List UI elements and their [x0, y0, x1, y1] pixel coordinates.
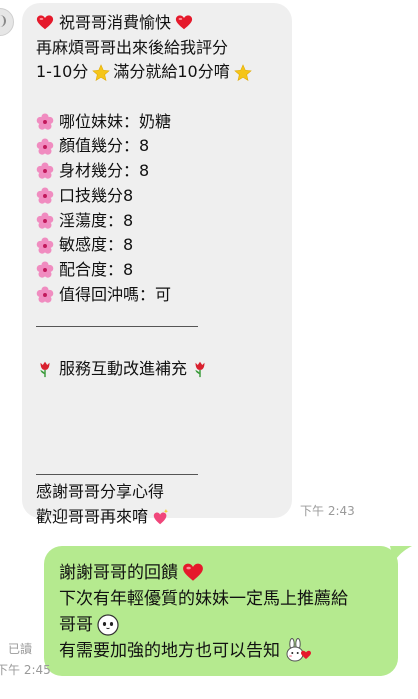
rating-line: 顏值幾分：8 [36, 134, 282, 159]
sparkle-heart-icon [152, 508, 170, 526]
read-receipt: 已讀 [8, 642, 33, 656]
sticker-face-icon [97, 614, 119, 636]
rating-line: 值得回沖嗎：可 [36, 283, 282, 308]
rating-line: 哪位妹妹：奶糖 [36, 110, 282, 135]
incoming-timestamp: 下午 2:43 [300, 504, 355, 518]
message-line: 下次有年輕優質的妹妹一定馬上推薦給 [59, 589, 348, 609]
message-line: 哥哥 [59, 612, 388, 638]
divider-line [36, 307, 282, 332]
message-line: 再麻煩哥哥出來後給我評分 [36, 37, 229, 57]
message-line: 服務互動改進補充 [36, 357, 282, 382]
tulip-icon [191, 360, 209, 378]
message-line: 有需要加強的地方也可以告知 [59, 638, 388, 664]
rating-line: 身材幾分：8 [36, 159, 282, 184]
rating-line: 敏感度：8 [36, 233, 282, 258]
message-line: 感謝哥哥分享心得 [36, 482, 165, 501]
sakura-icon [36, 187, 54, 205]
outgoing-bubble-tail [390, 546, 412, 562]
sakura-icon [36, 261, 54, 279]
divider-line [36, 455, 282, 480]
message-line: 祝哥哥消費愉快 [36, 11, 282, 36]
tulip-icon [36, 360, 54, 378]
star-icon [233, 63, 252, 82]
heart-icon [182, 562, 204, 584]
message-line: 謝謝哥哥的回饋 [59, 560, 388, 586]
incoming-message-bubble[interactable]: 祝哥哥消費愉快 再麻煩哥哥出來後給我評分 1-10分 滿分就給10分唷 哪位妹妹… [22, 3, 292, 526]
rating-line: 配合度：8 [36, 258, 282, 283]
sakura-icon [36, 236, 54, 255]
sakura-icon [36, 162, 54, 180]
sakura-icon [36, 113, 54, 131]
outgoing-message-bubble[interactable]: 謝謝哥哥的回饋 下次有年輕優質的妹妹一定馬上推薦給 哥哥 有需要加強的地方也可以… [44, 546, 398, 676]
heart-icon [175, 14, 193, 32]
rating-line: 口技幾分8 [36, 184, 282, 209]
outgoing-timestamp: 下午 2:45 [0, 663, 51, 677]
sakura-icon [36, 138, 54, 156]
bunny-heart-icon [284, 638, 312, 664]
sakura-icon [36, 286, 54, 304]
heart-icon [36, 14, 54, 32]
star-icon [92, 63, 111, 82]
message-line: 1-10分 滿分就給10分唷 [36, 60, 282, 85]
partial-avatar[interactable] [0, 8, 14, 36]
sakura-icon [36, 212, 54, 230]
rating-line: 淫蕩度：8 [36, 209, 282, 234]
message-line: 歡迎哥哥再來唷 [36, 505, 282, 530]
